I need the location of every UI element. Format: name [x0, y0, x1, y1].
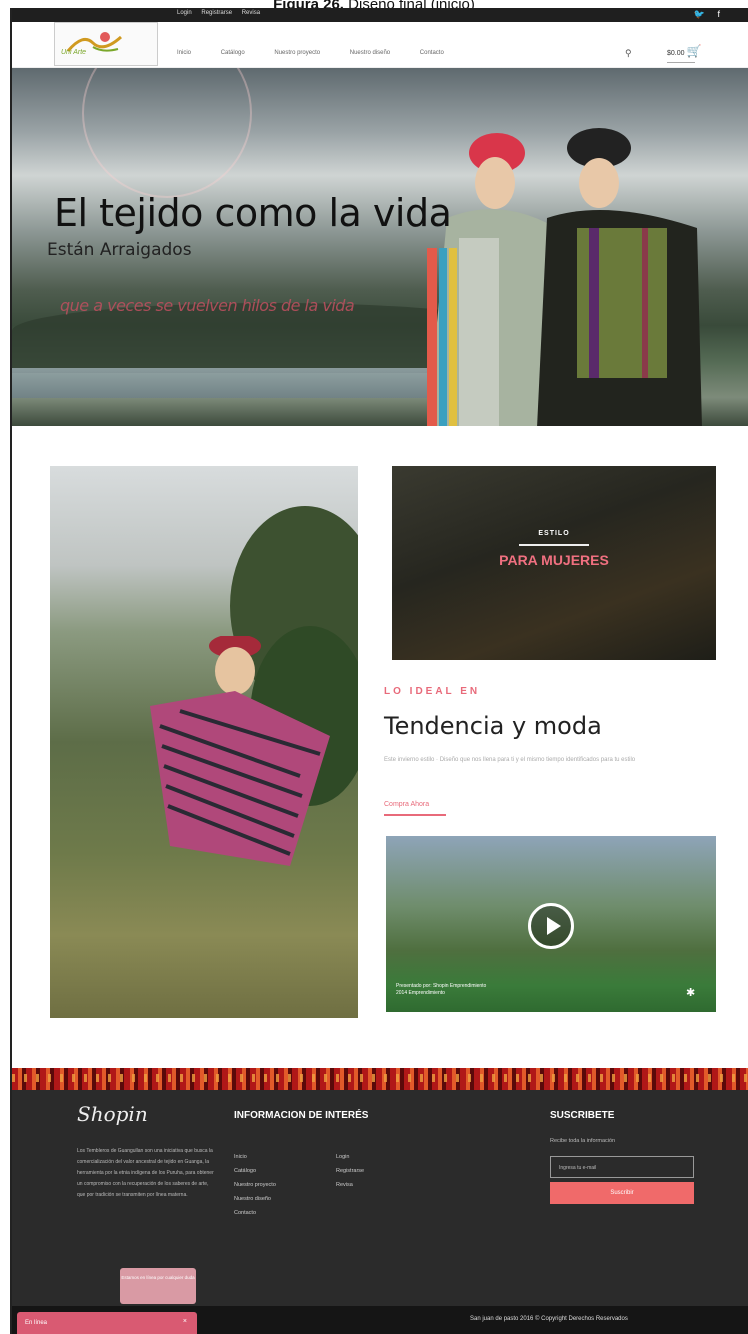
cart-button[interactable]: $0.00 🛒 — [667, 44, 701, 58]
play-icon[interactable] — [528, 903, 574, 949]
footer-link-login[interactable]: Login — [336, 1150, 364, 1164]
register-link[interactable]: Registrarse — [201, 10, 232, 16]
footer-brand: Shopin — [77, 1102, 148, 1126]
video-caption: Presentado por: Shopin Emprendimiento 20… — [396, 983, 486, 997]
footer-link-register[interactable]: Registrarse — [336, 1164, 364, 1178]
footer-link-review[interactable]: Revisa — [336, 1178, 364, 1192]
nav-item-inicio[interactable]: Inicio — [177, 50, 191, 56]
top-links: Login Registrarse Revisa — [177, 10, 268, 16]
subscribe-title: SUSCRIBETE — [550, 1110, 615, 1121]
info-links-col2: Login Registrarse Revisa — [336, 1150, 364, 1192]
hero-subtitle: Están Arraigados — [47, 240, 192, 260]
footer-link-catalogo[interactable]: Catálogo — [234, 1164, 276, 1178]
ideal-label: LO IDEAL EN — [384, 686, 481, 697]
logo[interactable]: Uni Arte — [54, 22, 158, 66]
poncho-photo[interactable] — [50, 466, 358, 1018]
subscribe-description: Recibe toda la información — [550, 1138, 616, 1144]
ideal-title: Tendencia y moda — [384, 712, 602, 740]
style-card-divider — [519, 544, 589, 546]
cart-total: $0.00 — [667, 50, 685, 57]
footer-link-inicio[interactable]: Inicio — [234, 1150, 276, 1164]
model-right-image — [537, 128, 702, 426]
style-card-kicker: ESTILO — [538, 530, 570, 537]
copyright: San juan de pasto 2016 © Copyright Derec… — [470, 1316, 628, 1322]
close-icon[interactable]: × — [183, 1318, 187, 1325]
style-card-title: PARA MUJERES — [499, 552, 609, 568]
login-link[interactable]: Login — [177, 10, 192, 16]
chat-widget[interactable]: En línea × — [17, 1312, 197, 1334]
facebook-icon[interactable]: f — [717, 9, 720, 19]
main-nav: Inicio Catálogo Nuestro proyecto Nuestro… — [177, 50, 472, 56]
nav-item-diseno[interactable]: Nuestro diseño — [350, 50, 390, 56]
hero-banner: El tejido como la vida Están Arraigados … — [12, 68, 748, 426]
email-field[interactable]: Ingresa tu e-mail — [550, 1156, 694, 1178]
style-for-women-card[interactable]: ESTILO PARA MUJERES — [392, 466, 716, 660]
footer-link-contacto[interactable]: Contacto — [234, 1206, 276, 1220]
chat-label: En línea — [25, 1320, 48, 1326]
search-icon[interactable]: ⚲ — [625, 48, 632, 59]
share-icon[interactable]: ✱ — [686, 986, 695, 999]
footer-link-diseno[interactable]: Nuestro diseño — [234, 1192, 276, 1206]
review-link[interactable]: Revisa — [242, 10, 260, 16]
decorative-pattern-band — [12, 1068, 748, 1090]
video-player[interactable]: Presentado por: Shopin Emprendimiento 20… — [386, 836, 716, 1012]
page: Login Registrarse Revisa 🐦 f Uni Arte In… — [10, 8, 748, 1334]
cart-icon: 🛒 — [686, 44, 702, 58]
cart-underline — [667, 62, 695, 63]
logo-text: Uni Arte — [61, 49, 87, 56]
hero-tagline: que a veces se vuelven hilos de la vida — [60, 296, 355, 315]
nav-item-proyecto[interactable]: Nuestro proyecto — [274, 50, 320, 56]
video-caption-line2: 2014 Emprendimiento — [396, 990, 445, 996]
poncho-model-image — [150, 636, 330, 866]
header: Uni Arte Inicio Catálogo Nuestro proyect… — [12, 22, 748, 68]
nav-item-catalogo[interactable]: Catálogo — [221, 50, 245, 56]
social-links: 🐦 f — [684, 9, 720, 20]
hero-title: El tejido como la vida — [54, 191, 452, 235]
sun-flare — [82, 68, 252, 198]
footer-about: Los Tembleros de Guangullan son una inic… — [77, 1148, 214, 1198]
top-bar: Login Registrarse Revisa 🐦 f — [12, 8, 748, 22]
model-left-image — [427, 133, 547, 426]
lake — [12, 368, 432, 398]
buy-now-underline — [384, 814, 446, 816]
chat-tooltip: Estamos en línea por cualquier duda — [120, 1268, 196, 1304]
video-caption-line1: Presentado por: Shopin Emprendimiento — [396, 983, 487, 989]
twitter-icon[interactable]: 🐦 — [694, 9, 705, 19]
info-links-col1: Inicio Catálogo Nuestro proyecto Nuestro… — [234, 1150, 276, 1220]
footer-link-proyecto[interactable]: Nuestro proyecto — [234, 1178, 276, 1192]
subscribe-button[interactable]: Suscribir — [550, 1182, 694, 1204]
ideal-description: Este invierno estilo · Diseño que nos ll… — [384, 757, 636, 763]
nav-item-contacto[interactable]: Contacto — [420, 50, 444, 56]
info-title: INFORMACION DE INTERÉS — [234, 1110, 369, 1121]
buy-now-link[interactable]: Compra Ahora — [384, 801, 429, 808]
